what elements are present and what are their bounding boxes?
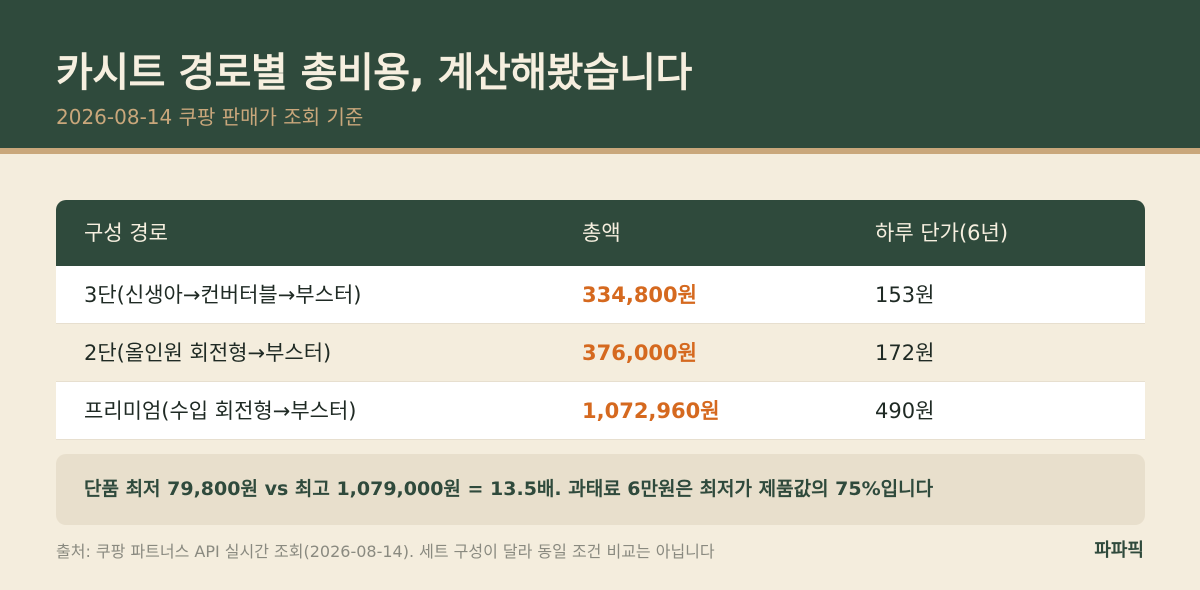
route-cell: 프리미엄(수입 회전형→부스터) bbox=[84, 399, 357, 423]
page-title: 카시트 경로별 총비용, 계산해봤습니다 bbox=[56, 50, 692, 96]
brand-logo: 파파픽 bbox=[1094, 540, 1144, 561]
route-cell: 2단(올인원 회전형→부스터) bbox=[84, 341, 332, 365]
table-row: 3단(신생아→컨버터블→부스터) 334,800원 153원 bbox=[56, 266, 1145, 324]
column-header-total: 총액 bbox=[582, 221, 621, 245]
daily-cell: 172원 bbox=[875, 341, 935, 365]
header-divider bbox=[0, 148, 1200, 154]
table-header: 구성 경로 총액 하루 단가(6년) bbox=[56, 200, 1145, 266]
daily-cell: 153원 bbox=[875, 283, 935, 307]
page-subtitle: 2026-08-14 쿠팡 판매가 조회 기준 bbox=[56, 105, 364, 129]
column-header-route: 구성 경로 bbox=[84, 221, 168, 245]
route-cell: 3단(신생아→컨버터블→부스터) bbox=[84, 283, 362, 307]
column-header-daily: 하루 단가(6년) bbox=[875, 221, 1009, 245]
cost-table: 구성 경로 총액 하루 단가(6년) 3단(신생아→컨버터블→부스터) 334,… bbox=[56, 200, 1145, 440]
table-row: 프리미엄(수입 회전형→부스터) 1,072,960원 490원 bbox=[56, 382, 1145, 440]
daily-cell: 490원 bbox=[875, 399, 935, 423]
header-banner: 카시트 경로별 총비용, 계산해봤습니다 2026-08-14 쿠팡 판매가 조… bbox=[0, 0, 1200, 148]
total-cell: 376,000원 bbox=[582, 341, 697, 365]
total-cell: 1,072,960원 bbox=[582, 399, 720, 423]
source-footnote: 출처: 쿠팡 파트너스 API 실시간 조회(2026-08-14). 세트 구… bbox=[56, 542, 715, 561]
summary-note-text: 단품 최저 79,800원 vs 최고 1,079,000원 = 13.5배. … bbox=[84, 478, 934, 500]
total-cell: 334,800원 bbox=[582, 283, 697, 307]
summary-note: 단품 최저 79,800원 vs 최고 1,079,000원 = 13.5배. … bbox=[56, 454, 1145, 525]
table-row: 2단(올인원 회전형→부스터) 376,000원 172원 bbox=[56, 324, 1145, 382]
